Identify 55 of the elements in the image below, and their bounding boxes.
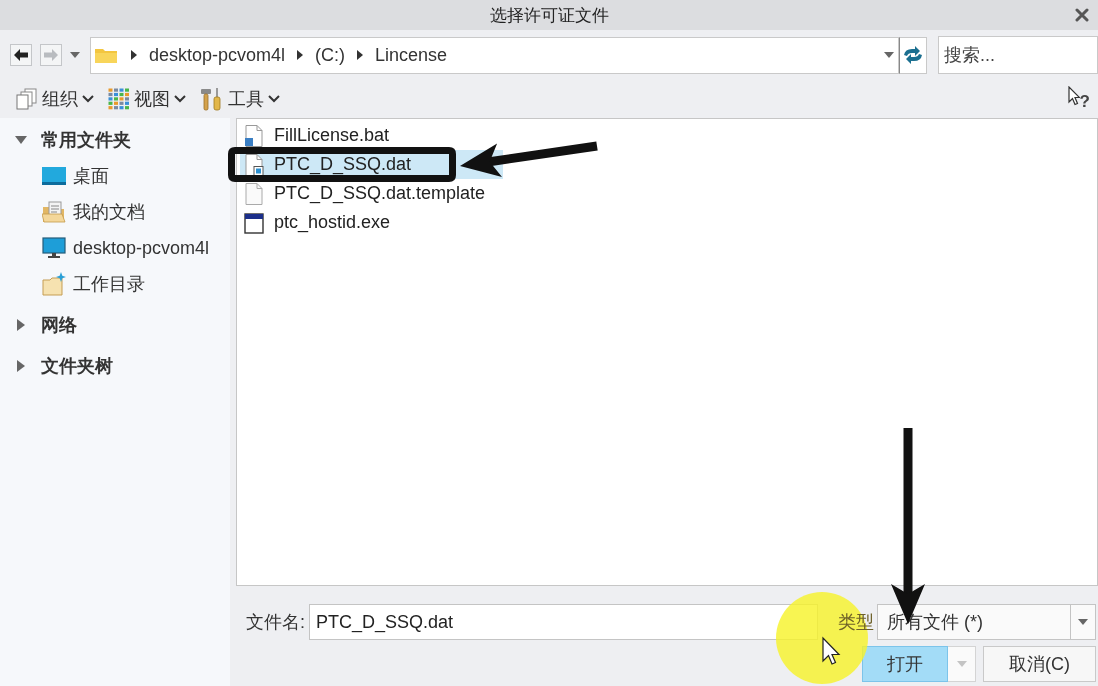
tree-section[interactable]: 网络 [0, 307, 230, 343]
chevron-down-icon [174, 95, 186, 103]
desktop-icon [42, 167, 66, 185]
sidebar-item[interactable]: desktop-pcvom4l [0, 230, 230, 266]
blank-file-icon [244, 182, 264, 205]
collapsed-triangle-icon[interactable] [15, 319, 27, 331]
data-file-icon [244, 153, 264, 176]
toolbar-menu-button[interactable]: 工具 [198, 87, 282, 111]
close-icon [1075, 8, 1089, 22]
caret-down-icon [69, 52, 80, 58]
sidebar-item[interactable]: 工作目录 [0, 266, 230, 302]
toolbar-menu-button[interactable]: 组织 [14, 87, 96, 111]
search-field[interactable]: 搜索... [938, 36, 1098, 74]
program-file-icon [244, 211, 264, 234]
script-file-icon [244, 124, 264, 147]
refresh-button[interactable] [899, 36, 927, 74]
caret-down-icon [956, 661, 967, 667]
mouse-pointer-icon [822, 636, 841, 665]
folder-sparkle-icon [42, 272, 66, 296]
grid-icon [108, 88, 130, 110]
open-button[interactable]: 打开 [862, 646, 948, 682]
address-bar[interactable]: desktop-pcvom4l (C:) Lincense [89, 36, 900, 74]
file-item[interactable]: FillLicense.bat [240, 121, 503, 150]
breadcrumb-item[interactable]: (C:) [315, 44, 345, 66]
tree-section[interactable]: 文件夹树 [0, 348, 230, 384]
document-folder-icon [42, 201, 66, 223]
caret-down-icon[interactable] [884, 52, 895, 58]
pages-icon [16, 88, 38, 110]
expanded-triangle-icon[interactable] [15, 134, 27, 146]
chevron-down-icon [268, 95, 280, 103]
file-item[interactable]: PTC_D_SSQ.dat.template [240, 179, 503, 208]
filename-label: 文件名: [246, 611, 306, 634]
window-title: 选择许可证文件 [489, 4, 609, 27]
breadcrumb-item[interactable]: desktop-pcvom4l [148, 44, 285, 66]
back-button[interactable] [10, 44, 32, 66]
sidebar-item[interactable]: 桌面 [0, 158, 230, 194]
breadcrumb-arrow-icon[interactable] [130, 50, 137, 60]
tools-icon [200, 87, 224, 111]
sidebar-item[interactable]: 我的文档 [0, 194, 230, 230]
breadcrumb-arrow-icon[interactable] [357, 50, 363, 60]
breadcrumb-item[interactable]: Lincense [375, 44, 448, 66]
folder-icon [94, 47, 117, 63]
refresh-icon [902, 46, 924, 64]
toolbar-menu-button[interactable]: 视图 [106, 87, 188, 111]
breadcrumb-arrow-icon[interactable] [297, 50, 303, 60]
monitor-icon [42, 237, 66, 259]
close-button[interactable] [1075, 8, 1089, 22]
file-item[interactable]: ptc_hostid.exe [240, 208, 503, 237]
collapsed-triangle-icon[interactable] [15, 360, 27, 372]
caret-down-icon [1078, 619, 1088, 625]
tree-section[interactable]: 常用文件夹 [0, 122, 230, 158]
help-button[interactable]: ? [1067, 86, 1090, 112]
pointer-icon [1067, 86, 1080, 106]
cancel-button[interactable]: 取消(C) [983, 646, 1096, 682]
chevron-down-icon [82, 95, 94, 103]
